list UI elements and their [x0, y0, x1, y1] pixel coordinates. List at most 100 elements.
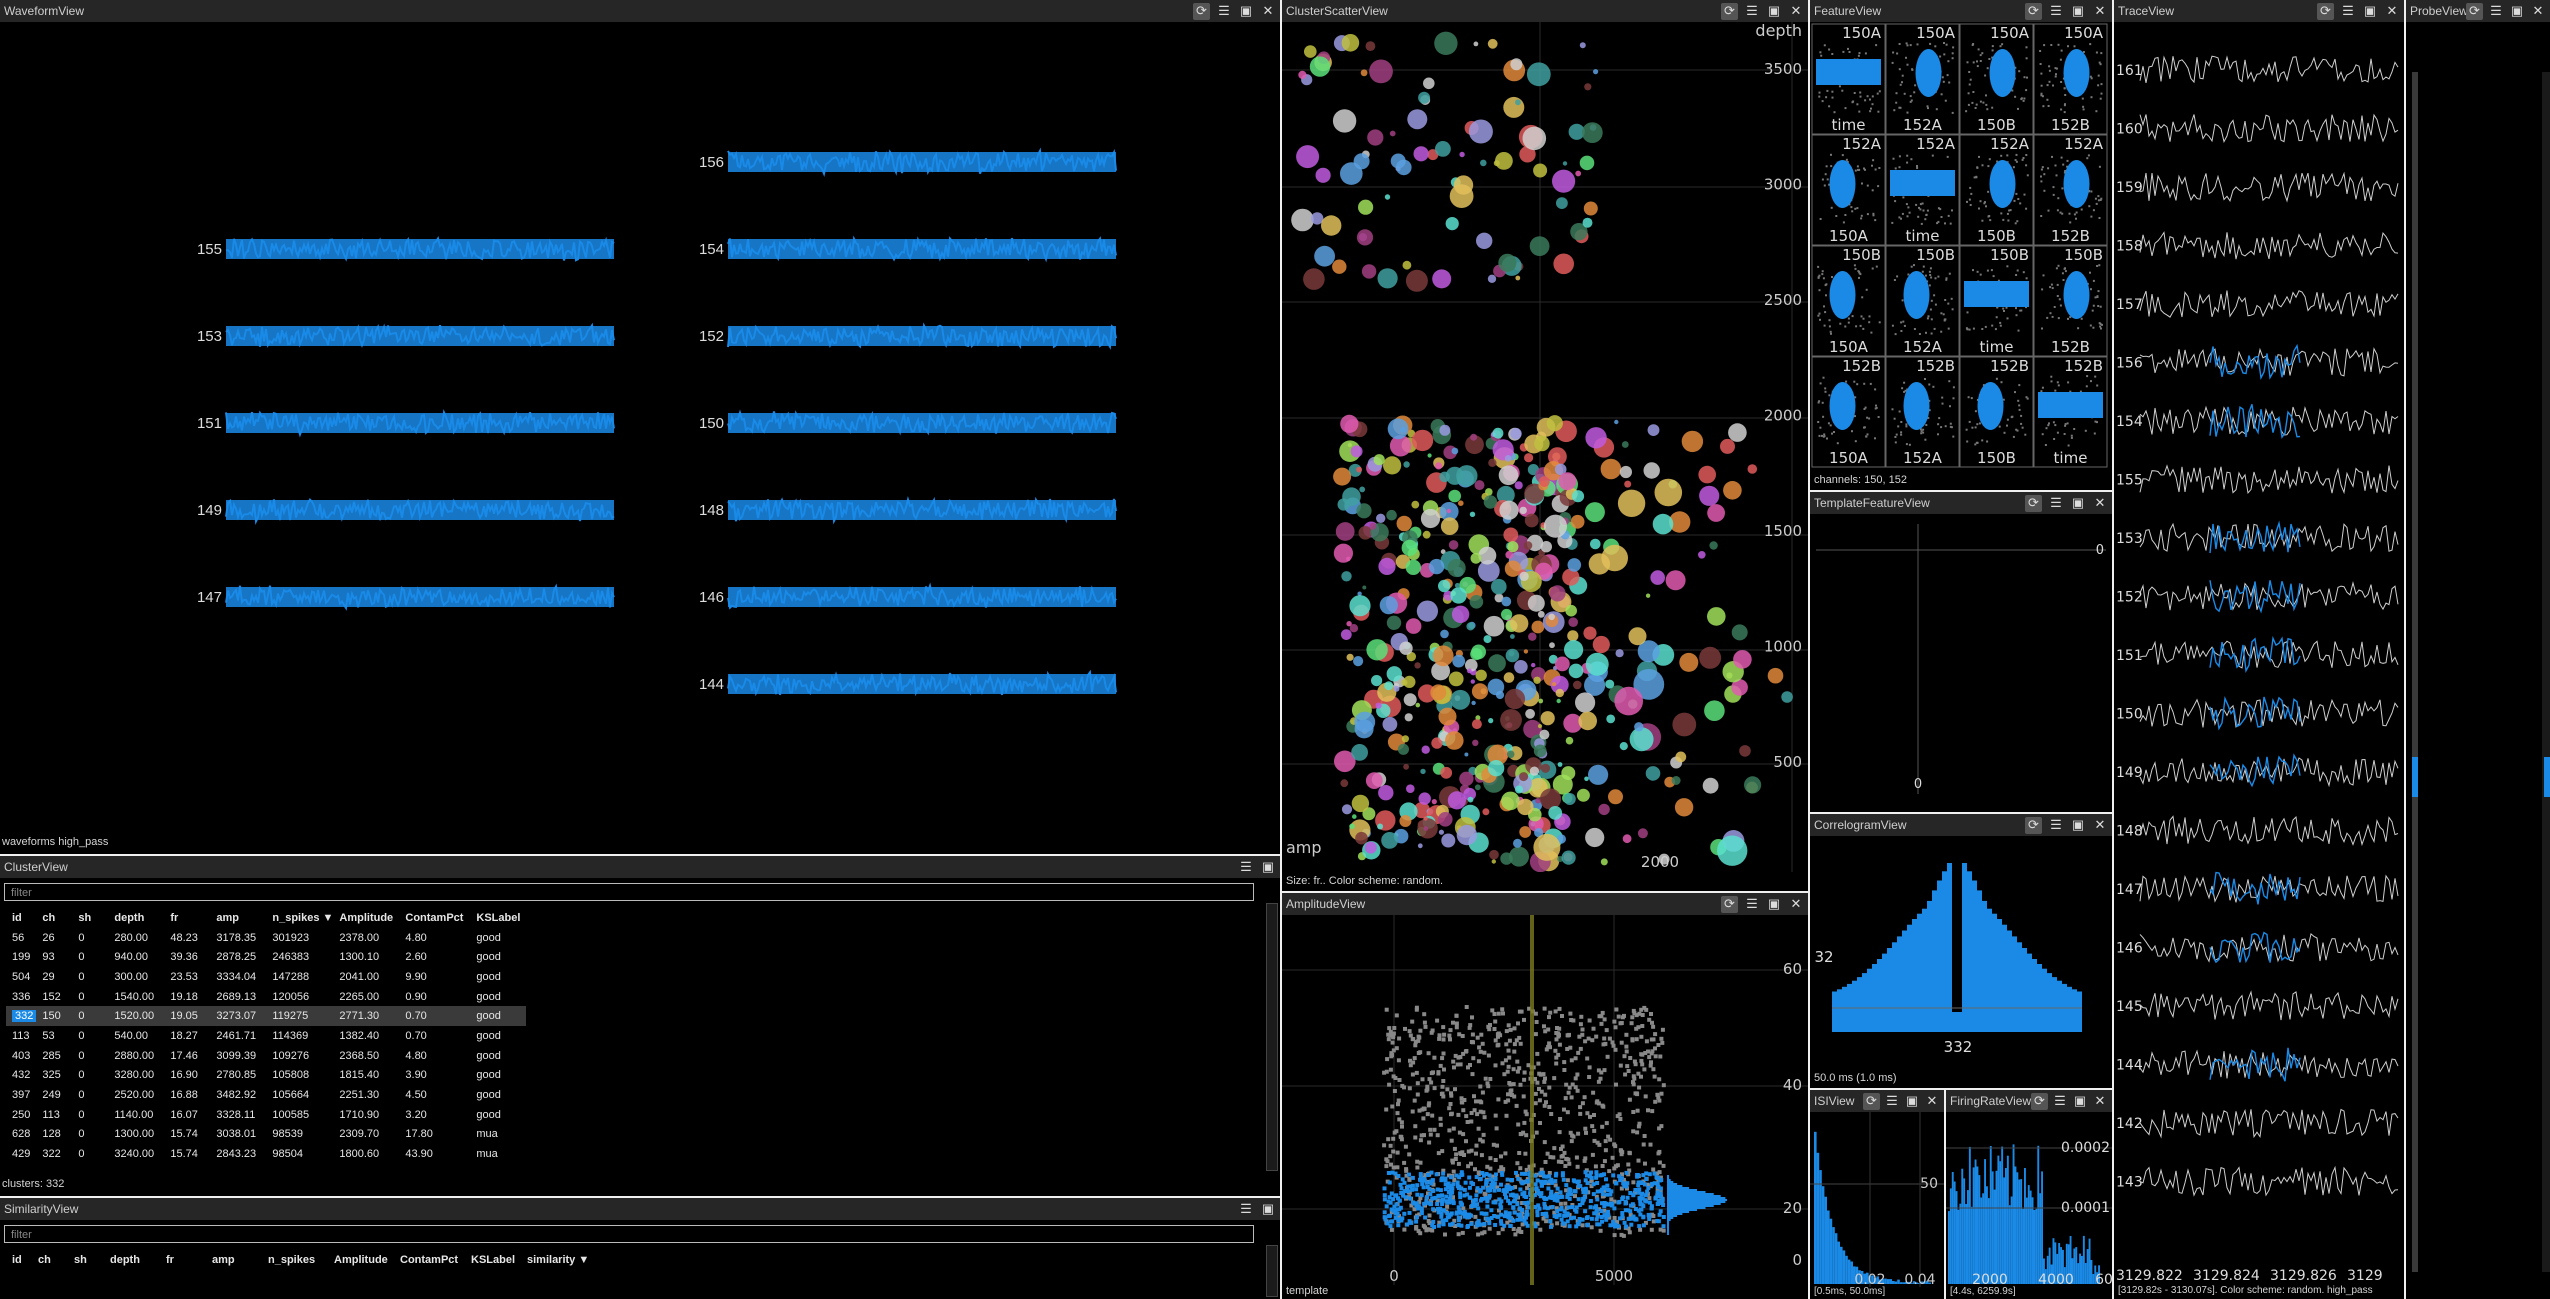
similarity-column-header[interactable]: ContamPct: [394, 1250, 465, 1270]
table-row[interactable]: 397 249 0 2520.00 16.88 3482.92 105664 2251.30 4…: [6, 1085, 526, 1105]
cluster-marker[interactable]: [1340, 779, 1349, 788]
cluster-marker[interactable]: [1467, 668, 1472, 674]
cluster-marker[interactable]: [1539, 788, 1562, 810]
menu-icon[interactable]: ☰: [1216, 3, 1232, 19]
cluster-marker[interactable]: [1491, 859, 1496, 864]
cluster-marker[interactable]: [1315, 167, 1331, 183]
camera-icon[interactable]: ▣: [1766, 896, 1782, 912]
cluster-marker[interactable]: [1540, 763, 1551, 773]
cluster-marker[interactable]: [1503, 527, 1519, 543]
camera-icon[interactable]: ▣: [2362, 3, 2378, 19]
cluster-marker[interactable]: [1438, 829, 1444, 835]
menu-icon[interactable]: ☰: [2048, 3, 2064, 19]
cluster-marker[interactable]: [1468, 119, 1493, 144]
cluster-marker[interactable]: [1450, 689, 1471, 710]
cluster-marker[interactable]: [1552, 682, 1557, 687]
cluster-marker[interactable]: [1504, 688, 1526, 710]
cluster-marker[interactable]: [1543, 514, 1567, 538]
cluster-marker[interactable]: [1445, 731, 1464, 750]
table-row[interactable]: 250 113 0 1140.00 16.07 3328.11 100585 1710.90 3…: [6, 1105, 526, 1125]
cluster-marker[interactable]: [1401, 539, 1418, 557]
cluster-marker[interactable]: [1614, 419, 1619, 425]
cluster-marker[interactable]: [1483, 635, 1492, 644]
cluster-marker[interactable]: [1548, 806, 1563, 820]
cluster-marker[interactable]: [1672, 712, 1697, 737]
cluster-marker[interactable]: [1720, 438, 1735, 454]
cluster-marker[interactable]: [1500, 709, 1522, 731]
cluster-marker[interactable]: [1470, 433, 1478, 441]
cluster-marker[interactable]: [1353, 656, 1364, 667]
cluster-marker[interactable]: [1451, 605, 1470, 623]
cluster-marker[interactable]: [1503, 672, 1515, 683]
amplitude-view[interactable]: AmplitudeView ⟳ ☰ ▣ ✕ 60 40 20 0 0 5000 templ…: [1282, 893, 1808, 1299]
cluster-marker[interactable]: [1384, 194, 1391, 200]
cluster-marker[interactable]: [1554, 656, 1570, 672]
cluster-marker[interactable]: [1480, 159, 1487, 167]
cluster-marker[interactable]: [1548, 613, 1555, 621]
cluster-marker[interactable]: [1371, 675, 1383, 687]
similarity-column-header[interactable]: id: [6, 1250, 32, 1270]
cluster-marker[interactable]: [1440, 517, 1459, 535]
cluster-marker[interactable]: [1584, 83, 1592, 91]
cluster-scatter-view[interactable]: ClusterScatterView ⟳ ☰ ▣ ✕ 3500 3000 2500 2…: [1282, 0, 1808, 891]
cluster-marker[interactable]: [1456, 465, 1478, 487]
cluster-marker[interactable]: [1538, 698, 1544, 704]
cluster-marker[interactable]: [1430, 684, 1447, 701]
menu-icon[interactable]: ☰: [2048, 817, 2064, 833]
cluster-marker[interactable]: [1439, 424, 1451, 436]
cluster-marker[interactable]: [1483, 495, 1498, 509]
cluster-marker[interactable]: [1441, 833, 1456, 848]
cluster-marker[interactable]: [1448, 489, 1461, 503]
cluster-marker[interactable]: [1423, 816, 1428, 821]
cluster-marker[interactable]: [1431, 799, 1437, 805]
cluster-marker[interactable]: [1420, 508, 1441, 529]
cluster-scrollbar[interactable]: [1266, 903, 1278, 1171]
refresh-icon[interactable]: ⟳: [1863, 1092, 1880, 1110]
refresh-icon[interactable]: ⟳: [1721, 2, 1738, 20]
cluster-marker[interactable]: [1386, 509, 1397, 521]
cluster-marker[interactable]: [1375, 702, 1382, 709]
cluster-marker[interactable]: [1529, 236, 1550, 256]
cluster-marker[interactable]: [1519, 772, 1529, 782]
cluster-marker[interactable]: [1337, 498, 1350, 511]
cluster-marker[interactable]: [1647, 424, 1660, 436]
cluster-marker[interactable]: [1448, 671, 1464, 687]
probe-site-selected[interactable]: [2412, 757, 2418, 797]
cluster-marker[interactable]: [1515, 99, 1521, 106]
menu-icon[interactable]: ☰: [1238, 859, 1254, 875]
cluster-marker[interactable]: [1420, 768, 1426, 775]
cluster-marker[interactable]: [1519, 826, 1532, 838]
cluster-marker[interactable]: [1435, 141, 1451, 157]
cluster-marker[interactable]: [1472, 739, 1479, 746]
cluster-marker[interactable]: [1438, 812, 1453, 827]
cluster-marker[interactable]: [1567, 630, 1579, 642]
cluster-marker[interactable]: [1540, 711, 1555, 726]
close-icon[interactable]: ✕: [1924, 1093, 1940, 1109]
cluster-marker[interactable]: [1674, 798, 1694, 817]
cluster-column-header[interactable]: ContamPct: [399, 908, 470, 928]
cluster-marker[interactable]: [1487, 38, 1498, 49]
cluster-marker[interactable]: [1356, 466, 1362, 473]
cluster-marker[interactable]: [1474, 480, 1485, 491]
cluster-marker[interactable]: [1562, 161, 1568, 166]
cluster-marker[interactable]: [1519, 571, 1529, 581]
cluster-marker[interactable]: [1707, 504, 1725, 522]
cluster-marker[interactable]: [1352, 814, 1357, 819]
cluster-marker[interactable]: [1498, 253, 1517, 272]
cluster-marker[interactable]: [1728, 423, 1747, 442]
cluster-marker[interactable]: [1619, 465, 1632, 479]
cluster-marker[interactable]: [1376, 513, 1386, 523]
cluster-marker[interactable]: [1515, 275, 1521, 281]
cluster-marker[interactable]: [1452, 654, 1466, 668]
cluster-marker[interactable]: [1354, 711, 1376, 733]
cluster-marker[interactable]: [1470, 552, 1482, 564]
cluster-marker[interactable]: [1351, 744, 1368, 761]
cluster-marker[interactable]: [1378, 785, 1394, 801]
cluster-marker[interactable]: [1491, 578, 1507, 595]
cluster-marker[interactable]: [1379, 596, 1398, 615]
cluster-marker[interactable]: [1464, 752, 1469, 757]
cluster-marker[interactable]: [1487, 678, 1505, 696]
cluster-marker[interactable]: [1704, 700, 1725, 721]
cluster-marker[interactable]: [1332, 259, 1347, 274]
cluster-marker[interactable]: [1291, 208, 1314, 232]
